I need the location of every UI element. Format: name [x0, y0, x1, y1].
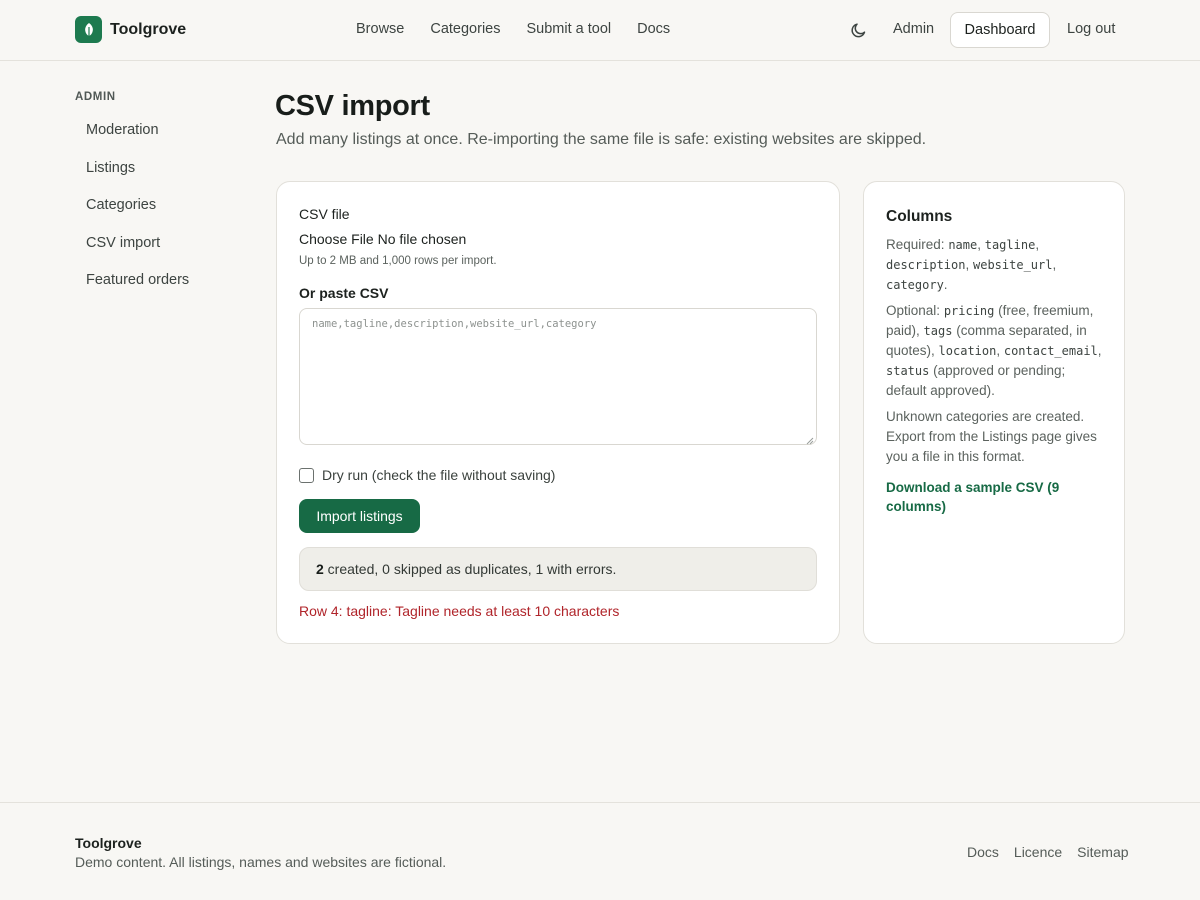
col-pricing: pricing [943, 304, 995, 318]
moon-icon[interactable] [850, 21, 868, 39]
col-location: location [938, 344, 997, 358]
choose-file-button[interactable]: Choose File [299, 231, 374, 247]
footer: Toolgrove Demo content. All listings, na… [0, 802, 1200, 900]
col-contact-email: contact_email [1003, 344, 1098, 358]
file-status: No file chosen [377, 231, 467, 247]
sidebar-item-csv-import[interactable]: CSV import [86, 235, 189, 273]
columns-description: Required: name, tagline, description, we… [886, 235, 1108, 473]
col-name: name [948, 238, 978, 252]
dry-run-checkbox[interactable] [299, 467, 314, 483]
footer-link-docs[interactable]: Docs [967, 844, 999, 860]
main-nav: Browse Categories Submit a tool Docs [356, 21, 670, 37]
sidebar-item-featured-orders[interactable]: Featured orders [86, 272, 189, 310]
import-form-card: CSV file Choose File No file chosen Up t… [276, 181, 840, 644]
csv-file-label: CSV file [299, 206, 350, 222]
file-input[interactable]: Choose File No file chosen [299, 231, 466, 247]
nav-browse[interactable]: Browse [356, 21, 404, 37]
columns-info-card: Columns Required: name, tagline, descrip… [863, 181, 1125, 644]
required-columns: Required: name, tagline, description, we… [886, 237, 1057, 292]
page-subtitle: Add many listings at once. Re-importing … [276, 131, 927, 148]
sidebar-item-moderation[interactable]: Moderation [86, 122, 189, 160]
nav-docs[interactable]: Docs [637, 21, 670, 37]
dry-run-option[interactable]: Dry run (check the file without saving) [299, 467, 555, 483]
import-result-summary: 2 created, 0 skipped as duplicates, 1 wi… [299, 547, 817, 591]
footer-link-sitemap[interactable]: Sitemap [1077, 844, 1128, 860]
columns-note: Unknown categories are created. Export f… [886, 409, 1097, 464]
sidebar-nav: Moderation Listings Categories CSV impor… [86, 122, 189, 310]
nav-submit-tool[interactable]: Submit a tool [526, 21, 611, 37]
col-status: status [886, 364, 930, 378]
page-title: CSV import [275, 90, 430, 122]
footer-links: Docs Licence Sitemap [967, 844, 1129, 860]
logout-link[interactable]: Log out [1067, 21, 1115, 37]
sidebar-item-listings[interactable]: Listings [86, 160, 189, 198]
col-tagline: tagline [984, 238, 1036, 252]
col-category: category [886, 278, 944, 292]
paste-csv-label: Or paste CSV [299, 285, 389, 301]
import-error-message: Row 4: tagline: Tagline needs at least 1… [299, 603, 620, 619]
top-nav-bar: Toolgrove Browse Categories Submit a too… [0, 0, 1200, 61]
col-tags: tags [923, 324, 953, 338]
file-hint: Up to 2 MB and 1,000 rows per import. [299, 255, 497, 267]
columns-title: Columns [886, 208, 953, 225]
col-description: description [886, 258, 966, 272]
col-website-url: website_url [973, 258, 1053, 272]
brand-link[interactable]: Toolgrove [75, 16, 186, 43]
admin-link[interactable]: Admin [893, 21, 934, 37]
result-created-count: 2 [316, 561, 324, 577]
resize-grip-icon[interactable] [804, 432, 814, 445]
dry-run-label: Dry run (check the file without saving) [322, 467, 556, 483]
import-listings-button[interactable]: Import listings [299, 499, 420, 533]
nav-categories[interactable]: Categories [430, 21, 500, 37]
optional-columns: Optional: pricing (free, freemium, paid)… [886, 303, 1102, 398]
footer-link-licence[interactable]: Licence [1014, 844, 1062, 860]
paste-csv-textarea[interactable] [299, 308, 817, 445]
footer-note: Demo content. All listings, names and we… [75, 854, 447, 870]
sidebar-item-categories[interactable]: Categories [86, 197, 189, 235]
download-sample-csv-link[interactable]: Download a sample CSV (9 columns) [886, 478, 1086, 516]
footer-brand: Toolgrove [75, 835, 142, 851]
dashboard-button[interactable]: Dashboard [950, 12, 1050, 48]
result-summary-text: created, 0 skipped as duplicates, 1 with… [323, 561, 617, 577]
sidebar-heading: ADMIN [75, 91, 116, 103]
leaf-icon [75, 16, 102, 43]
brand-name: Toolgrove [110, 20, 187, 38]
